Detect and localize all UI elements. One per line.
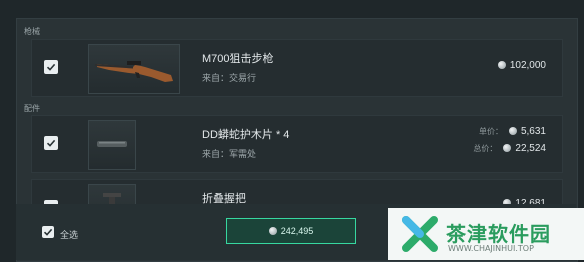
coin-icon [503, 144, 512, 153]
item-name: M700狙击步枪 [202, 53, 274, 65]
item-name: DD蟒蛇护木片 * 4 [202, 129, 290, 141]
purchase-total-button[interactable]: 242,495 [226, 218, 356, 244]
item-checkbox[interactable] [44, 60, 58, 74]
unit-price: 单价： 5,631 [478, 126, 546, 137]
coin-icon [268, 227, 277, 235]
logo-icon [402, 216, 438, 252]
rifle-icon [94, 61, 173, 82]
coin-icon [508, 127, 517, 136]
rifle-image [88, 44, 180, 94]
item-source: 来自：军需处 [202, 150, 257, 160]
coin-icon [497, 61, 506, 70]
list-item[interactable]: M700狙击步枪 来自：交易行 102,000 [31, 39, 563, 97]
item-price: 102,000 [497, 60, 546, 71]
item-source: 来自：交易行 [202, 74, 257, 84]
check-icon [46, 139, 56, 147]
handguard-image [88, 120, 136, 170]
select-all-label: 全选 [60, 231, 79, 241]
check-icon [46, 63, 56, 71]
select-all-checkbox[interactable] [42, 226, 54, 238]
total-price: 总价： 22,524 [473, 143, 546, 154]
watermark-title: 茶津软件园 [446, 222, 551, 246]
handguard-icon [97, 141, 127, 147]
section-attachments-label: 配件 [24, 104, 40, 113]
section-firearms-label: 枪械 [24, 27, 40, 36]
item-checkbox[interactable] [44, 136, 58, 150]
check-icon [43, 228, 53, 236]
list-item[interactable]: DD蟒蛇护木片 * 4 来自：军需处 单价： 5,631 总价： 22,524 [31, 115, 563, 173]
watermark-url: WWW.CHAJINHUI.TOP [448, 244, 534, 253]
watermark: 茶津软件园 WWW.CHAJINHUI.TOP [388, 208, 584, 260]
